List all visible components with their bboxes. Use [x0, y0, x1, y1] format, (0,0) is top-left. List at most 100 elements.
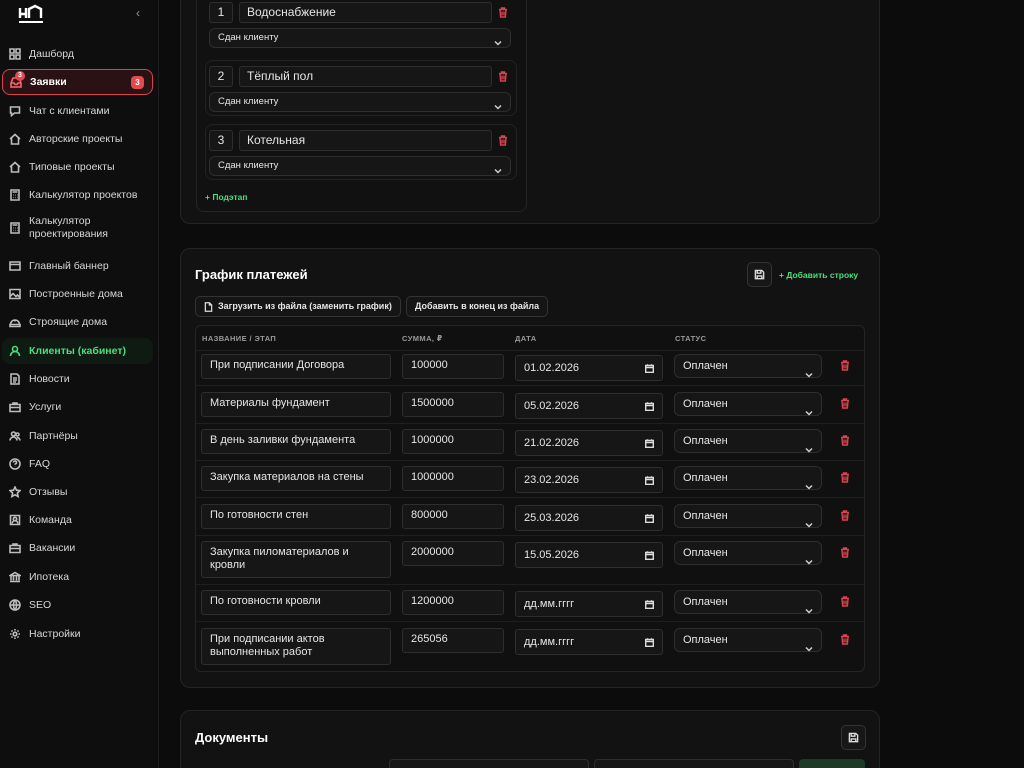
- logo[interactable]: [17, 4, 45, 26]
- save-payments-button[interactable]: [747, 262, 772, 287]
- trash-icon[interactable]: [840, 398, 850, 409]
- payment-amount-input[interactable]: 800000: [402, 504, 504, 529]
- payment-date-input[interactable]: 01.02.2026: [515, 355, 663, 381]
- bank-icon: [8, 570, 22, 584]
- trash-icon[interactable]: [840, 596, 850, 607]
- sidebar-item-13[interactable]: Партнёры: [2, 423, 153, 449]
- payment-amount-input[interactable]: 2000000: [402, 541, 504, 566]
- sidebar-item-label: Чат с клиентами: [29, 105, 110, 117]
- sidebar-item-8[interactable]: Построенные дома: [2, 281, 153, 307]
- add-substage-link[interactable]: + Подэтап: [205, 192, 248, 202]
- stage-status-select[interactable]: Сдан клиенту: [209, 92, 511, 112]
- sidebar-item-19[interactable]: SEO: [2, 592, 153, 618]
- payment-status-select[interactable]: Оплачен: [674, 429, 822, 453]
- sidebar-item-16[interactable]: Команда: [2, 507, 153, 533]
- trash-icon[interactable]: [498, 135, 508, 146]
- add-row-button[interactable]: + Добавить строку: [779, 270, 858, 280]
- payment-name-input[interactable]: Закупка материалов на стены: [201, 466, 391, 491]
- payment-amount-input[interactable]: 1500000: [402, 392, 504, 417]
- payment-status-select[interactable]: Оплачен: [674, 541, 822, 565]
- sidebar-item-14[interactable]: FAQ: [2, 451, 153, 477]
- sidebar-item-5[interactable]: Калькулятор проектов: [2, 182, 153, 208]
- payment-amount-input[interactable]: 1000000: [402, 429, 504, 454]
- calendar-icon[interactable]: [645, 401, 654, 411]
- sidebar-item-7[interactable]: Главный баннер: [2, 253, 153, 279]
- sidebar-item-10[interactable]: Клиенты (кабинет): [2, 338, 153, 364]
- payment-status-select[interactable]: Оплачен: [674, 466, 822, 490]
- sidebar-item-12[interactable]: Услуги: [2, 394, 153, 420]
- load-replace-button[interactable]: Загрузить из файла (заменить график): [195, 296, 401, 317]
- trash-icon[interactable]: [840, 435, 850, 446]
- sidebar-item-9[interactable]: Строящие дома: [2, 309, 153, 335]
- payment-date-input[interactable]: 23.02.2026: [515, 467, 663, 493]
- payment-name-input[interactable]: По готовности кровли: [201, 590, 391, 615]
- sidebar-item-6[interactable]: Калькулятор проектирования: [2, 211, 153, 245]
- documents-name-input[interactable]: [389, 759, 589, 768]
- payment-status-select[interactable]: Оплачен: [674, 392, 822, 416]
- stage-name-input[interactable]: Водоснабжение: [239, 2, 492, 23]
- payment-status-select[interactable]: Оплачен: [674, 504, 822, 528]
- sidebar-item-15[interactable]: Отзывы: [2, 479, 153, 505]
- payment-date-input[interactable]: 05.02.2026: [515, 393, 663, 419]
- sidebar-item-label: SEO: [29, 599, 52, 611]
- calendar-icon[interactable]: [645, 637, 654, 647]
- calendar-icon[interactable]: [645, 599, 654, 609]
- trash-icon[interactable]: [498, 7, 508, 18]
- trash-icon[interactable]: [840, 360, 850, 371]
- payment-amount-input[interactable]: 100000: [402, 354, 504, 379]
- calendar-icon[interactable]: [645, 438, 654, 448]
- calendar-icon[interactable]: [645, 475, 654, 485]
- sidebar-item-1[interactable]: 3 Заявки 3: [2, 69, 153, 95]
- payment-name-input[interactable]: По готовности стен: [201, 504, 391, 529]
- payment-status-select[interactable]: Оплачен: [674, 590, 822, 614]
- sidebar-item-18[interactable]: Ипотека: [2, 564, 153, 590]
- trash-icon[interactable]: [840, 547, 850, 558]
- payment-name-input[interactable]: Материалы фундамент: [201, 392, 391, 417]
- payment-amount-input[interactable]: 1200000: [402, 590, 504, 615]
- documents-url-input[interactable]: [594, 759, 794, 768]
- documents-add-button[interactable]: [799, 759, 865, 768]
- trash-icon[interactable]: [840, 472, 850, 483]
- stage-status-select[interactable]: Сдан клиенту: [209, 28, 511, 48]
- payment-name-input[interactable]: Закупка пиломатериалов и кровли: [201, 541, 391, 578]
- trash-icon[interactable]: [498, 71, 508, 82]
- sidebar-item-17[interactable]: Вакансии: [2, 535, 153, 561]
- save-icon: [848, 732, 859, 743]
- payment-name-input[interactable]: При подписании актов выполненных работ: [201, 628, 391, 665]
- stage-name-input[interactable]: Тёплый пол: [239, 66, 492, 87]
- payment-date-input[interactable]: 25.03.2026: [515, 505, 663, 531]
- calendar-icon[interactable]: [645, 550, 654, 560]
- sidebar-item-3[interactable]: Авторские проекты: [2, 126, 153, 152]
- stage-status-select[interactable]: Сдан клиенту: [209, 156, 511, 176]
- payment-date-input[interactable]: 21.02.2026: [515, 430, 663, 456]
- payment-date-input[interactable]: дд.мм.гггг: [515, 591, 663, 617]
- trash-icon[interactable]: [840, 510, 850, 521]
- home-icon: [8, 132, 22, 146]
- payment-name-input[interactable]: В день заливки фундамента: [201, 429, 391, 454]
- payment-date-input[interactable]: дд.мм.гггг: [515, 629, 663, 655]
- payment-amount-input[interactable]: 1000000: [402, 466, 504, 491]
- payment-name-input[interactable]: При подписании Договора: [201, 354, 391, 379]
- sidebar-item-label: Услуги: [29, 401, 62, 413]
- sidebar-item-label: FAQ: [29, 458, 51, 470]
- chevron-down-icon: [805, 402, 813, 416]
- save-documents-button[interactable]: [841, 725, 866, 750]
- row-divider: [196, 535, 864, 536]
- payment-status-select[interactable]: Оплачен: [674, 628, 822, 652]
- calendar-icon[interactable]: [645, 363, 654, 373]
- calendar-icon[interactable]: [645, 513, 654, 523]
- append-from-file-button[interactable]: Добавить в конец из файла: [406, 296, 549, 317]
- trash-icon[interactable]: [840, 634, 850, 645]
- payment-date-input[interactable]: 15.05.2026: [515, 542, 663, 568]
- stage-name-input[interactable]: Котельная: [239, 130, 492, 151]
- payment-amount-input[interactable]: 265056: [402, 628, 504, 653]
- sidebar-item-4[interactable]: Типовые проекты: [2, 154, 153, 180]
- payment-status-select[interactable]: Оплачен: [674, 354, 822, 378]
- sidebar-item-11[interactable]: Новости: [2, 366, 153, 392]
- chevron-down-icon: [805, 476, 813, 490]
- sidebar-item-2[interactable]: Чат с клиентами: [2, 98, 153, 124]
- calculator-icon: [8, 221, 22, 235]
- collapse-sidebar-icon[interactable]: ‹: [131, 6, 145, 20]
- sidebar-item-0[interactable]: Дашборд: [2, 41, 153, 67]
- sidebar-item-20[interactable]: Настройки: [2, 621, 153, 647]
